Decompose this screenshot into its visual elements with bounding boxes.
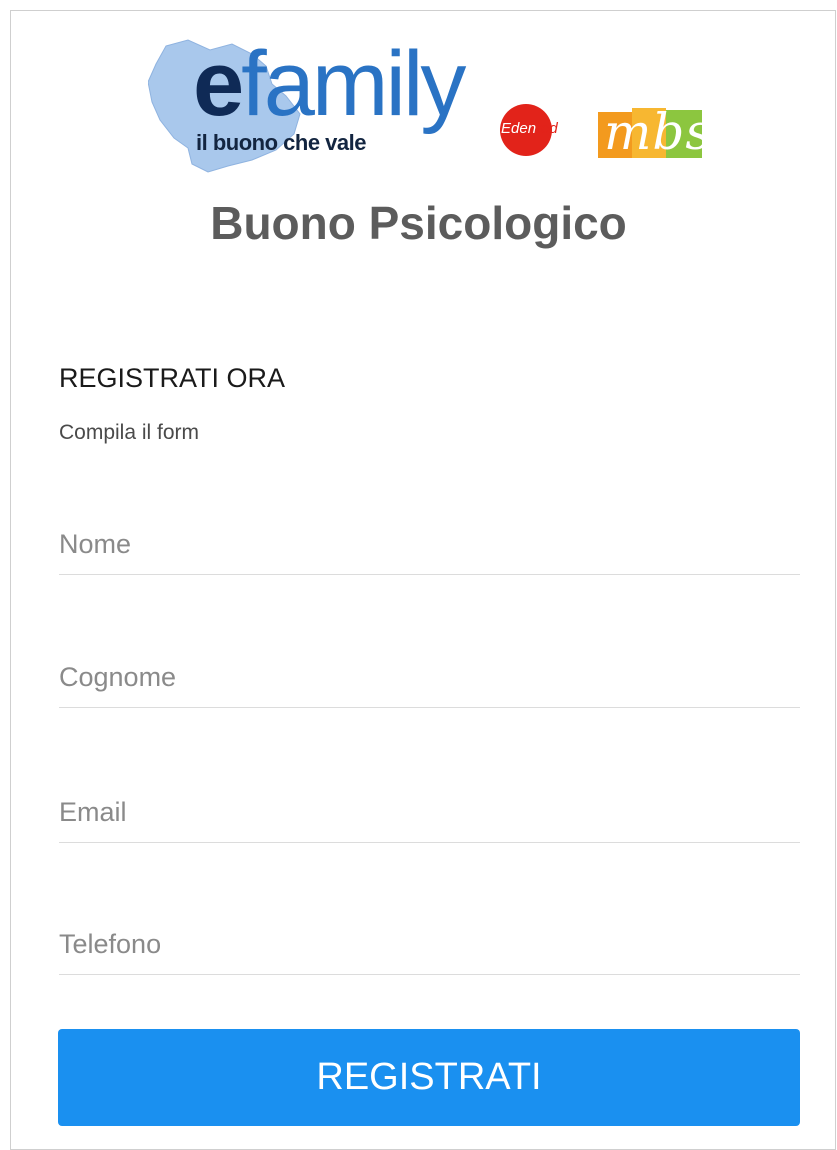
header-logos: efamily il buono che vale Edenred mbs — [0, 0, 837, 180]
first-name-input[interactable] — [59, 514, 800, 575]
last-name-input[interactable] — [59, 647, 800, 708]
register-button[interactable]: REGISTRATI — [58, 1029, 800, 1126]
logo-word-family: family — [241, 33, 466, 135]
edenred-text-part-a: Eden — [501, 120, 537, 137]
logo-tagline: il buono che vale — [196, 130, 366, 155]
efamily-logo: efamily — [193, 38, 466, 130]
edenred-logo-text: Edenred — [501, 120, 558, 137]
edenred-text-part-b: red — [536, 120, 558, 137]
logo-letter-e: e — [193, 33, 244, 135]
registration-card — [10, 10, 836, 1150]
form-instruction: Compila il form — [59, 421, 200, 444]
email-input[interactable] — [59, 782, 800, 843]
phone-input[interactable] — [59, 914, 800, 975]
mbs-logo-text: mbs — [604, 103, 713, 161]
page-title: Buono Psicologico — [210, 197, 627, 249]
form-heading: REGISTRATI ORA — [59, 363, 286, 393]
